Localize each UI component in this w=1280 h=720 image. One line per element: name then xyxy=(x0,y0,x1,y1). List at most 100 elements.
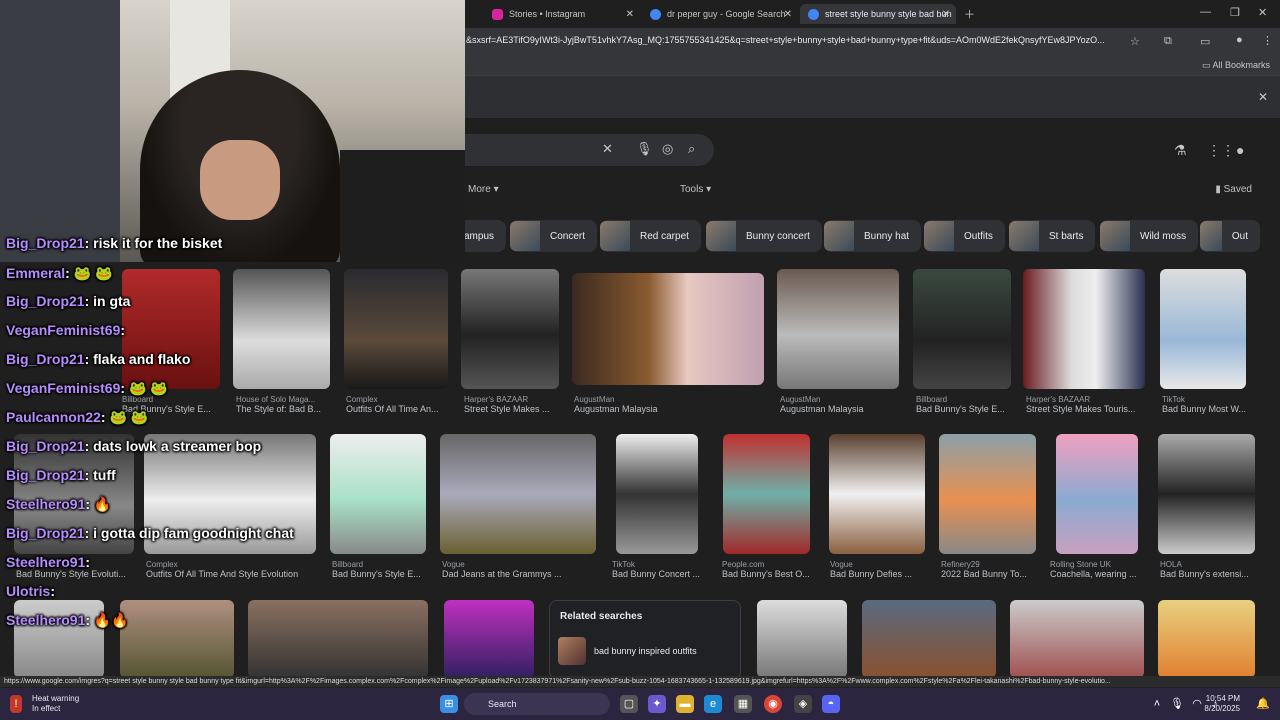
image-result[interactable] xyxy=(1158,434,1255,554)
chip-bunny-concert[interactable]: Bunny concert xyxy=(706,220,822,252)
account-avatar[interactable]: ● xyxy=(1236,142,1244,158)
image-caption[interactable]: House of Solo Maga... The Style of: Bad B… xyxy=(236,395,331,414)
weather-widget[interactable]: Heat warning In effect xyxy=(32,694,79,714)
clear-icon[interactable]: ✕ xyxy=(602,141,613,157)
chevron-up-icon[interactable]: ˄ xyxy=(1148,695,1166,713)
chip-concert[interactable]: Concert xyxy=(510,220,598,252)
image-result[interactable] xyxy=(344,269,448,389)
all-bookmarks[interactable]: ▭ All Bookmarks xyxy=(1202,60,1270,71)
image-result[interactable] xyxy=(616,434,698,554)
star-icon[interactable]: ☆ xyxy=(1130,35,1140,48)
file-explorer-icon[interactable]: ▬ xyxy=(676,695,694,713)
image-caption[interactable]: People.com Bad Bunny's Best O... xyxy=(722,560,822,579)
edge-icon[interactable]: e xyxy=(704,695,722,713)
maximize-icon[interactable]: ❐ xyxy=(1230,6,1240,19)
chip-wild-moss[interactable]: Wild moss xyxy=(1100,220,1199,252)
image-result[interactable] xyxy=(120,600,234,678)
image-caption[interactable]: HOLA Bad Bunny's extensi... xyxy=(1160,560,1256,579)
mic-icon[interactable]: 🎙 xyxy=(1168,695,1186,713)
image-result[interactable] xyxy=(248,600,428,678)
search-input[interactable]: ✕ 🎙 ◎ ⌕ xyxy=(440,134,714,166)
image-result[interactable] xyxy=(330,434,426,554)
image-caption[interactable]: AugustMan Augustman Malaysia xyxy=(780,395,900,414)
tab-instagram[interactable]: Stories • Instagram ✕ xyxy=(484,4,640,24)
image-caption[interactable]: Vogue Bad Bunny Defies ... xyxy=(830,560,930,579)
chip-st-barts[interactable]: St barts xyxy=(1009,220,1096,252)
chip-thumbnail xyxy=(706,221,736,251)
image-result[interactable] xyxy=(757,600,847,678)
close-icon[interactable]: ✕ xyxy=(1258,90,1268,104)
image-caption[interactable]: Harper's BAZAAR Street Style Makes Touris… xyxy=(1026,395,1146,414)
chat-message: VeganFeminist69: 🐸 🐸 xyxy=(6,380,168,396)
mic-icon[interactable]: 🎙 xyxy=(636,141,653,157)
image-caption[interactable]: Complex Outfits Of All Time And Style Evo… xyxy=(146,560,326,579)
image-result[interactable] xyxy=(1158,600,1255,678)
chip-thumbnail xyxy=(1100,221,1130,251)
extensions-icon[interactable]: ⧉ xyxy=(1164,35,1172,48)
webcam-door xyxy=(0,0,120,262)
tab-street-style[interactable]: street style bunny style bad bun ✕ xyxy=(800,4,956,24)
image-result[interactable] xyxy=(1023,269,1145,389)
close-icon[interactable]: ✕ xyxy=(626,9,634,20)
notification-bell-icon[interactable]: 🔔 xyxy=(1254,695,1272,713)
chip-red-carpet[interactable]: Red carpet xyxy=(600,220,701,252)
close-icon[interactable]: ✕ xyxy=(942,9,950,20)
apps-icon[interactable]: ⋮⋮ xyxy=(1207,142,1235,159)
more-menu[interactable]: More ▾ xyxy=(468,184,499,195)
image-caption[interactable]: Harper's BAZAAR Street Style Makes ... xyxy=(464,395,564,414)
wifi-icon[interactable]: ◠ xyxy=(1188,695,1206,713)
camera-icon[interactable]: ◎ xyxy=(662,141,673,157)
image-result[interactable] xyxy=(777,269,899,389)
image-caption[interactable]: Complex Outfits Of All Time An... xyxy=(346,395,450,414)
image-result[interactable] xyxy=(461,269,559,389)
image-result[interactable] xyxy=(913,269,1011,389)
image-result[interactable] xyxy=(1010,600,1144,678)
labs-icon[interactable]: ⚗ xyxy=(1174,142,1187,159)
image-caption[interactable]: TikTok Bad Bunny Concert ... xyxy=(612,560,712,579)
image-result[interactable] xyxy=(723,434,810,554)
image-result[interactable] xyxy=(862,600,996,678)
minimize-icon[interactable]: — xyxy=(1200,6,1211,18)
close-icon[interactable]: ✕ xyxy=(784,9,792,20)
chrome-icon[interactable]: ◉ xyxy=(764,695,782,713)
chat-message: Emmeral: 🐸 🐸 xyxy=(6,265,113,281)
image-caption[interactable]: Vogue Dad Jeans at the Grammys ... xyxy=(442,560,592,579)
taskbar-search[interactable]: Search xyxy=(464,693,610,715)
image-result[interactable] xyxy=(440,434,596,554)
search-icon[interactable]: ⌕ xyxy=(688,141,695,157)
copilot-icon[interactable]: ✦ xyxy=(648,695,666,713)
profile-avatar[interactable]: ● xyxy=(1236,34,1243,46)
image-result[interactable] xyxy=(122,269,220,389)
discord-icon[interactable]: ◓ xyxy=(822,695,840,713)
image-result[interactable] xyxy=(444,600,534,678)
image-caption[interactable]: AugustMan Augustman Malaysia xyxy=(574,395,764,414)
image-result[interactable] xyxy=(1056,434,1138,554)
image-result[interactable] xyxy=(829,434,925,554)
clock[interactable]: 10:54 PM 8/20/2025 xyxy=(1204,694,1240,714)
windows-start-icon[interactable]: ⊞ xyxy=(440,695,458,713)
menu-icon[interactable]: ⋮ xyxy=(1262,34,1273,47)
image-caption[interactable]: TikTok Bad Bunny Most W... xyxy=(1162,395,1252,414)
image-result[interactable] xyxy=(572,273,764,385)
store-icon[interactable]: ▦ xyxy=(734,695,752,713)
image-result[interactable] xyxy=(939,434,1036,554)
tab-google-search[interactable]: dr peper guy - Google Search ✕ xyxy=(642,4,798,24)
image-caption[interactable]: Billboard Bad Bunny's Style E... xyxy=(916,395,1016,414)
chip-outfits-more[interactable]: Out xyxy=(1200,220,1260,252)
image-caption[interactable]: Billboard Bad Bunny's Style E... xyxy=(332,560,432,579)
new-tab-icon[interactable]: ＋ xyxy=(964,6,975,22)
url-input[interactable]: &sxsrf=AE3TifO9yIWt3i-JyjBwT51vhkY7Asg_M… xyxy=(466,35,1126,45)
sidepanel-icon[interactable]: ▭ xyxy=(1200,35,1210,48)
app-icon[interactable]: ◈ xyxy=(794,695,812,713)
saved-link[interactable]: ▮ Saved xyxy=(1215,184,1252,195)
chip-bunny-hat[interactable]: Bunny hat xyxy=(824,220,922,252)
tools-menu[interactable]: Tools ▾ xyxy=(680,184,711,195)
task-view-icon[interactable]: ▢ xyxy=(620,695,638,713)
image-caption[interactable]: Rolling Stone UK Coachella, wearing ... xyxy=(1050,560,1150,579)
image-result[interactable] xyxy=(1160,269,1246,389)
chip-outfits[interactable]: Outfits xyxy=(924,220,1005,252)
image-caption[interactable]: Refinery29 2022 Bad Bunny To... xyxy=(941,560,1041,579)
close-window-icon[interactable]: ✕ xyxy=(1258,6,1267,19)
related-item[interactable]: bad bunny inspired outfits xyxy=(558,637,697,665)
image-result[interactable] xyxy=(233,269,330,389)
